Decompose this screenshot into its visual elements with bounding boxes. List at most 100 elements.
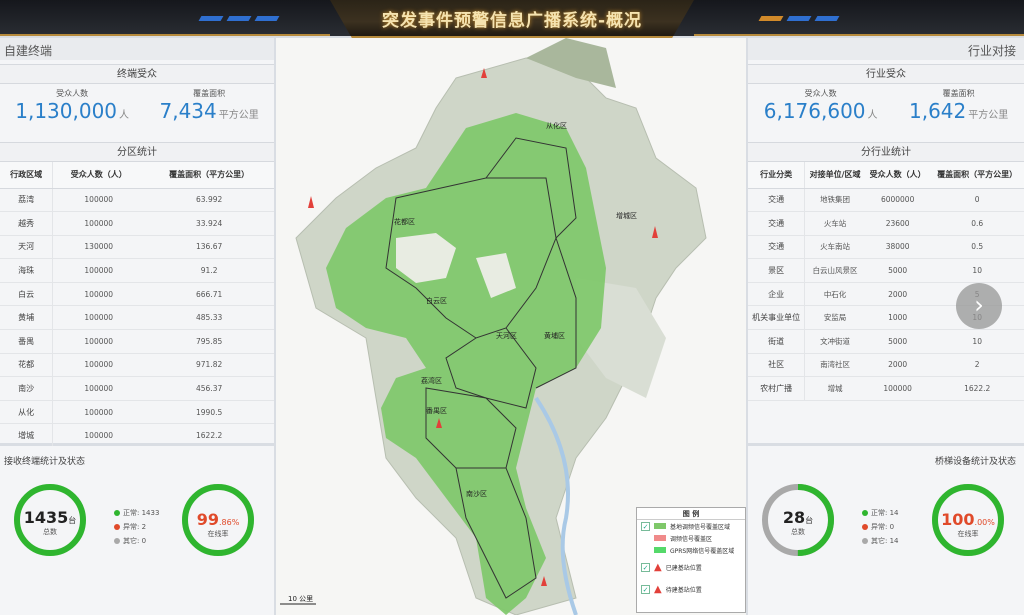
table-cell: 10 [930,258,1024,283]
table-cell: 5000 [864,258,931,283]
people-stat: 受众人数 1,130,000 人 [15,88,129,142]
industry-audience-stats: 受众人数 6,176,600 人 覆盖面积 1,642 平方公里 [748,84,1024,142]
table-row[interactable]: 南沙 100000 456.37 [0,376,274,401]
table-cell: 安监局 [804,305,865,331]
normal-count: 正常: 14 [871,509,899,517]
table-cell: 番禺 [0,329,54,354]
table-cell: 100000 [52,188,145,213]
section-title: 分行业统计 [748,142,1024,162]
table-cell: 南湾社区 [804,353,865,378]
terminal-status-panel: 接收终端统计及状态 1435台 总数 正常: 1433 异常: 2 其它: 0 … [0,446,274,615]
table-cell: 0 [930,188,1024,213]
legend-item[interactable]: ✓ 基地调频信号覆盖区域 [637,520,745,532]
table-cell: 白云 [0,282,54,307]
table-cell: 6000000 [864,188,931,213]
left-panel: 自建终端 终端受众 受众人数 1,130,000 人 覆盖面积 7,434 平方公里… [0,38,274,449]
checkbox-icon[interactable]: ✓ [641,584,650,594]
table-row[interactable]: 荔湾 100000 63.992 [0,188,274,213]
checkbox-icon[interactable]: ✓ [641,562,650,572]
column-header: 受众人数（人） [864,162,931,189]
table-row[interactable]: 番禺 100000 795.85 [0,329,274,354]
bridge-total-value: 28 [782,508,806,527]
legend-item[interactable]: ✓ ▲ 待建基站位置 [637,578,745,600]
table-cell: 火车南站 [804,235,865,260]
deco-stripe [786,16,812,21]
table-cell: 63.992 [144,188,274,213]
section-title: 分区统计 [0,142,274,162]
industry-table: 行业分类 对接单位/区域 受众人数（人） 覆盖面积（平方公里） 交通 地铁集团 60000… [748,162,1024,401]
table-cell: 91.2 [144,258,274,283]
station-marker-icon [308,196,314,208]
column-header: 行政区域 [0,162,54,189]
table-row[interactable]: 海珠 100000 91.2 [0,258,274,283]
people-unit: 人 [119,110,130,121]
table-cell: 交通 [748,235,806,260]
right-panel: 行业对接 行业受众 受众人数 6,176,600 人 覆盖面积 1,642 平方公里… [748,38,1024,443]
bridge-status-title: 桥梯设备统计及状态 [934,457,1016,467]
legend-item[interactable]: ✓ ▲ 已建基站位置 [637,556,745,578]
table-row[interactable]: 增城 100000 1622.2 [0,423,274,449]
table-cell: 1000 [864,305,931,331]
column-header: 对接单位/区域 [804,162,865,189]
online-rate-label: 在线率 [207,530,229,538]
deco-stripe [226,16,252,21]
right-panel-header: 行业对接 [748,38,1024,60]
next-page-button[interactable]: › [956,283,1002,329]
table-row[interactable]: 交通 火车站 23600 0.6 [748,211,1024,236]
table-cell: 1622.2 [144,423,274,449]
table-row[interactable]: 交通 地铁集团 6000000 0 [748,188,1024,213]
normal-count: 正常: 1433 [123,509,160,517]
place-name: 白云区 [426,296,447,305]
tower-icon: ▲ [654,583,662,595]
table-row[interactable]: 农村广播 增城 100000 1622.2 [748,376,1024,401]
table-row[interactable]: 交通 火车南站 38000 0.5 [748,235,1024,260]
table-cell: 南沙 [0,376,54,401]
table-cell: 2 [930,353,1024,378]
area-unit: 平方公里 [968,110,1009,121]
table-cell: 100000 [52,400,145,425]
table-row[interactable]: 天河 130000 136.67 [0,235,274,260]
total-unit: 台 [68,516,77,525]
table-cell: 100000 [864,376,931,401]
legend-item[interactable]: GPRS网络信号覆盖区域 [637,544,745,556]
table-row[interactable]: 街道 文冲街道 5000 10 [748,329,1024,354]
table-row[interactable]: 黄埔 100000 485.33 [0,305,274,331]
abnormal-count: 异常: 0 [871,523,895,531]
place-name: 黄埔区 [544,331,565,340]
green-dot-icon [114,510,120,516]
legend-swatch [654,523,666,529]
bridge-online-readout: 100.00% 在线率 [930,510,1006,539]
checkbox-icon[interactable]: ✓ [641,521,650,531]
people-label: 受众人数 [56,89,89,98]
gray-dot-icon [114,538,120,544]
table-cell: 2000 [864,353,931,378]
table-row[interactable]: 白云 100000 666.71 [0,282,274,307]
place-name: 荔湾区 [421,376,442,385]
table-row[interactable]: 社区 南湾社区 2000 2 [748,353,1024,378]
district-table: 行政区域 受众人数（人） 覆盖面积（平方公里） 荔湾 100000 63.992 越秀 10… [0,162,274,449]
total-label: 总数 [43,528,57,536]
people-unit: 人 [867,110,878,121]
area-value: 7,434 [159,99,217,123]
legend-normal: 正常: 14 [862,506,899,520]
deco-stripe [198,16,224,21]
table-cell: 从化 [0,400,54,425]
section-title: 行业受众 [748,64,1024,84]
table-cell: 100000 [52,258,145,283]
table-cell: 100000 [52,376,145,401]
table-cell: 增城 [804,376,865,401]
table-cell: 增城 [0,423,54,449]
table-row[interactable]: 花都 100000 971.82 [0,353,274,378]
table-row[interactable]: 越秀 100000 33.924 [0,211,274,236]
chevron-right-icon: › [974,291,984,319]
legend-item[interactable]: 调频信号覆盖区 [637,532,745,544]
scale-label: 10 公里 [288,595,313,603]
table-cell: 130000 [52,235,145,260]
table-cell: 街道 [748,329,806,354]
abnormal-count: 异常: 2 [123,523,147,531]
table-cell: 485.33 [144,305,274,331]
table-row[interactable]: 景区 白云山风景区 5000 10 [748,258,1024,283]
table-cell: 天河 [0,235,54,260]
table-cell: 100000 [52,353,145,378]
table-row[interactable]: 从化 100000 1990.5 [0,400,274,425]
